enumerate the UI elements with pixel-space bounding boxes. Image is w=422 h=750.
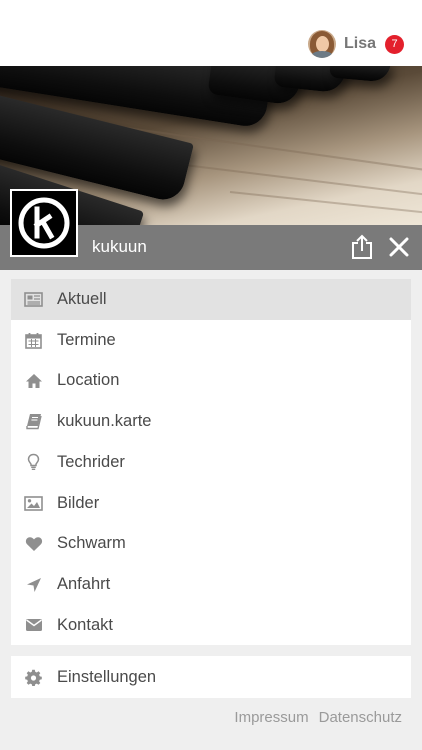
book-icon — [24, 412, 43, 431]
menu-item-schwarm[interactable]: Schwarm — [11, 524, 411, 565]
menu-item-kontakt[interactable]: Kontakt — [11, 605, 411, 646]
close-icon — [389, 237, 409, 257]
menu-item-techrider[interactable]: Techrider — [11, 442, 411, 483]
datenschutz-link[interactable]: Datenschutz — [319, 709, 402, 726]
top-bar: Lisa 7 — [0, 0, 422, 66]
calendar-icon — [24, 331, 43, 350]
avatar[interactable] — [307, 30, 336, 58]
close-button[interactable] — [388, 236, 410, 258]
venue-logo — [10, 189, 78, 257]
menu-item-label: Aktuell — [57, 289, 107, 308]
gear-icon — [24, 668, 43, 687]
kukuun-logo-icon — [18, 197, 70, 249]
menu-item-aktuell[interactable]: Aktuell — [11, 279, 411, 320]
menu-item-label: Schwarm — [57, 534, 126, 553]
footer-links: Impressum Datenschutz — [234, 709, 402, 726]
venue-title: kukuun — [92, 237, 147, 256]
lightbulb-icon — [24, 453, 43, 472]
share-icon — [352, 234, 372, 259]
envelope-icon — [24, 616, 43, 635]
settings-item[interactable]: Einstellungen — [11, 656, 411, 698]
menu-item-karte[interactable]: kukuun.karte — [11, 401, 411, 442]
home-icon — [24, 371, 43, 390]
menu-item-bilder[interactable]: Bilder — [11, 483, 411, 524]
menu-item-label: Location — [57, 371, 120, 390]
menu-item-label: kukuun.karte — [57, 412, 152, 431]
menu-item-anfahrt[interactable]: Anfahrt — [11, 564, 411, 605]
newspaper-icon — [24, 290, 43, 309]
impressum-link[interactable]: Impressum — [234, 709, 308, 726]
notification-badge[interactable]: 7 — [385, 34, 404, 54]
settings-label: Einstellungen — [57, 667, 157, 686]
heart-icon — [24, 534, 43, 553]
menu-item-label: Termine — [57, 330, 116, 349]
user-name[interactable]: Lisa — [344, 35, 376, 53]
menu-item-label: Techrider — [57, 452, 125, 471]
menu-item-label: Kontakt — [57, 615, 113, 634]
share-button[interactable] — [350, 234, 374, 260]
menu-item-label: Bilder — [57, 493, 100, 512]
menu-item-label: Anfahrt — [57, 575, 111, 594]
image-icon — [24, 494, 43, 513]
user-profile[interactable]: Lisa 7 — [307, 28, 404, 60]
menu-item-location[interactable]: Location — [11, 361, 411, 402]
location-arrow-icon — [24, 575, 43, 594]
menu-item-termine[interactable]: Termine — [11, 320, 411, 361]
navigation-menu: Aktuell Termine Location kukuun.karte Te… — [11, 279, 411, 645]
